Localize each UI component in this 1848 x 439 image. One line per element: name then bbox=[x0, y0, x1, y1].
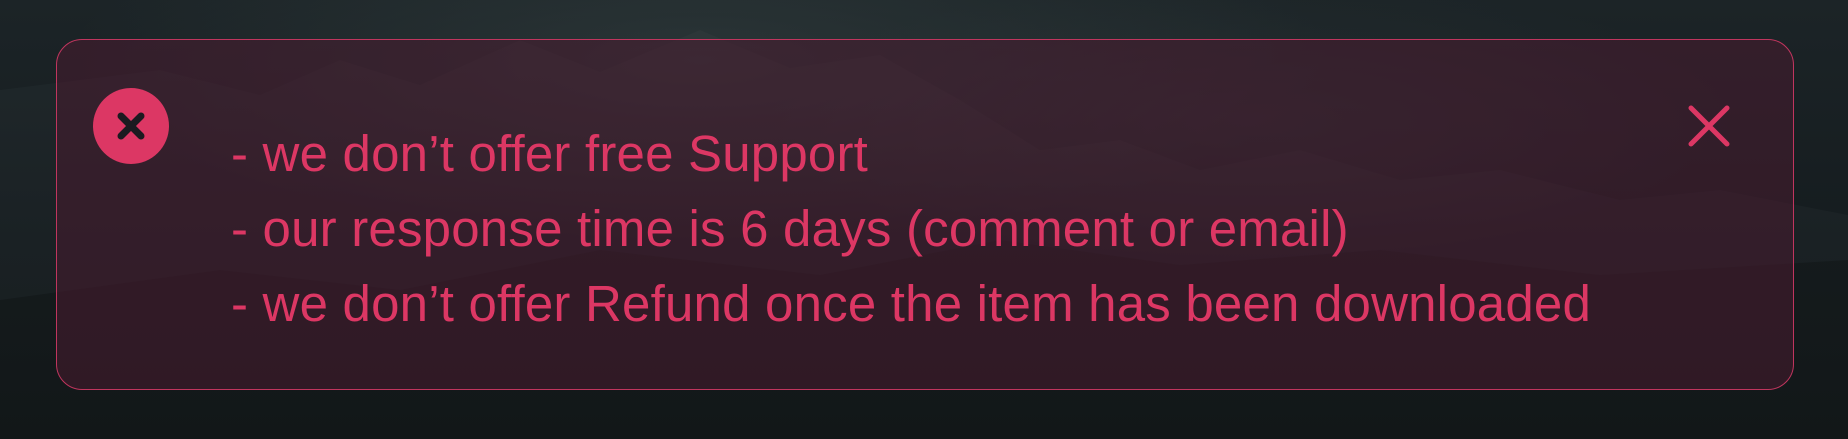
x-circle-icon bbox=[93, 88, 169, 164]
alert-message: - we don’t offer Refund once the item ha… bbox=[231, 275, 1592, 332]
close-button[interactable] bbox=[1687, 104, 1731, 148]
alert-message: - we don’t offer free Support bbox=[231, 125, 869, 182]
close-icon bbox=[1688, 105, 1730, 147]
alert-banner: - we don’t offer free Support - our resp… bbox=[56, 39, 1794, 390]
alert-message: - our response time is 6 days (comment o… bbox=[231, 200, 1349, 257]
alert-message-list: - we don’t offer free Support - our resp… bbox=[231, 116, 1591, 341]
